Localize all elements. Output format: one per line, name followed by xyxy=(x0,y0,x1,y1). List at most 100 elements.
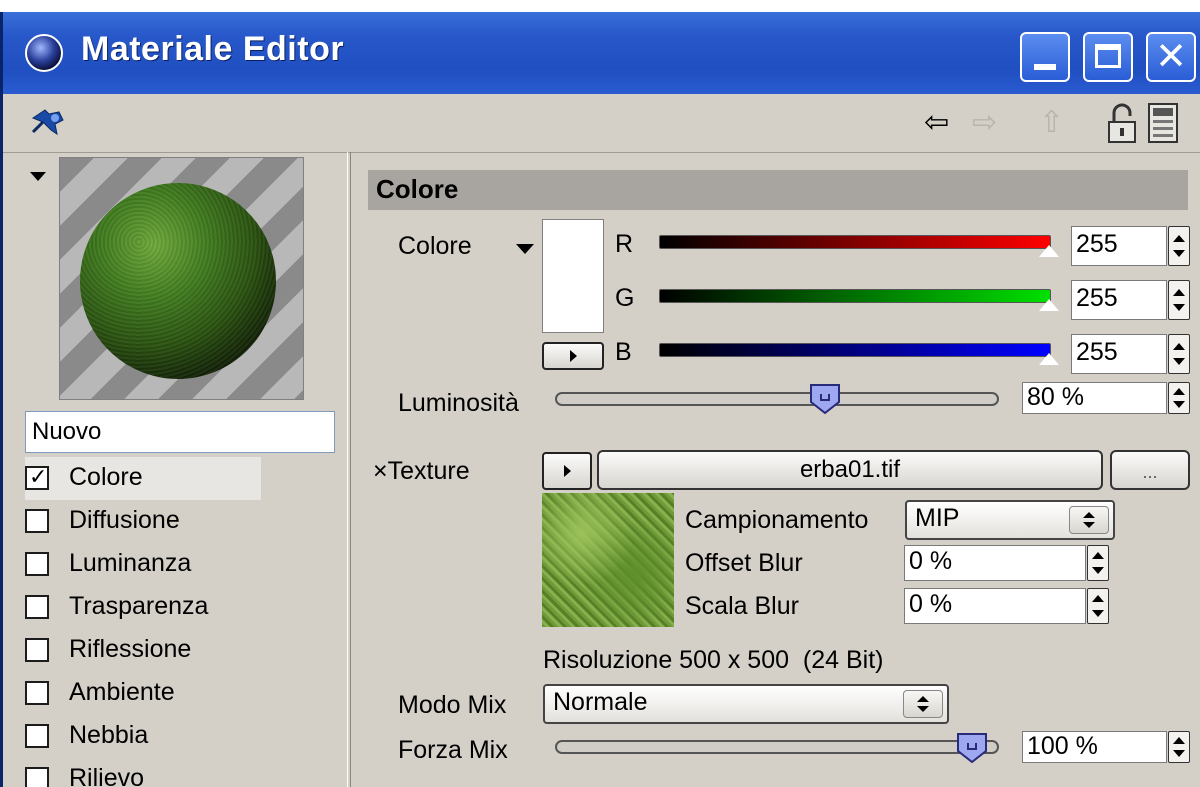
texture-label-text: Texture xyxy=(387,457,470,485)
channel-item[interactable]: Nebbia xyxy=(25,715,345,758)
mix-mode-value: Normale xyxy=(553,688,648,716)
title-bar[interactable]: Materiale Editor ✕ xyxy=(3,12,1200,94)
toolbar: ⇦ ⇨ ⇧ xyxy=(3,94,1200,153)
channel-item[interactable]: Ambiente xyxy=(25,672,345,715)
mix-mode-select[interactable]: Normale xyxy=(543,684,949,724)
texture-thumbnail xyxy=(542,493,674,627)
preview-menu-arrow-icon[interactable] xyxy=(30,172,46,181)
texture-remove-icon[interactable]: × xyxy=(373,457,388,485)
scale-blur-spinner[interactable] xyxy=(1087,588,1109,624)
channel-checkbox[interactable] xyxy=(25,595,49,619)
g-label: G xyxy=(615,284,635,312)
red-spinner[interactable] xyxy=(1168,226,1190,266)
red-value-field[interactable]: 255 xyxy=(1071,226,1167,266)
mix-strength-value-field[interactable]: 100 % xyxy=(1022,731,1167,763)
sampling-value: MIP xyxy=(915,504,960,532)
channel-checkbox[interactable] xyxy=(25,638,49,662)
luminosity-slider-thumb-icon[interactable] xyxy=(808,382,842,416)
channel-item[interactable]: Riflessione xyxy=(25,629,345,672)
offset-blur-spinner[interactable] xyxy=(1087,545,1109,581)
luminosity-slider[interactable] xyxy=(555,392,999,406)
texture-label: ×Texture xyxy=(373,457,470,486)
checkmark-icon: ✓ xyxy=(29,464,48,489)
channel-label: Rilievo xyxy=(69,764,145,787)
channel-item[interactable]: Rilievo xyxy=(25,758,345,787)
offset-blur-label: Offset Blur xyxy=(685,549,803,577)
channel-checkbox[interactable]: ✓ xyxy=(25,464,49,490)
sampling-select-arrow-icon xyxy=(1069,506,1109,534)
maximize-icon xyxy=(1095,44,1121,68)
channel-label: Trasparenza xyxy=(69,592,209,620)
scale-blur-field[interactable]: 0 % xyxy=(904,588,1086,624)
channel-list: ✓ Colore Diffusione Luminanza Trasparenza Rif… xyxy=(25,457,345,787)
green-spinner[interactable] xyxy=(1168,280,1190,320)
mix-strength-slider-thumb-icon[interactable] xyxy=(955,731,989,765)
minimize-button[interactable] xyxy=(1020,32,1070,82)
green-slider[interactable] xyxy=(659,289,1051,303)
luminosity-spinner[interactable] xyxy=(1168,382,1190,414)
section-header: Colore xyxy=(368,170,1188,210)
blue-slider[interactable] xyxy=(659,343,1051,357)
luminosity-value-field[interactable]: 80 % xyxy=(1022,382,1167,414)
channel-label: Nebbia xyxy=(69,721,149,749)
red-slider-marker-icon[interactable] xyxy=(1039,245,1059,257)
texture-menu-button[interactable] xyxy=(542,452,592,490)
channel-item[interactable]: Trasparenza xyxy=(25,586,345,629)
close-button[interactable]: ✕ xyxy=(1146,32,1196,82)
pin-icon[interactable] xyxy=(29,104,69,140)
blue-value-field[interactable]: 255 xyxy=(1071,334,1167,374)
sampling-label: Campionamento xyxy=(685,506,869,534)
red-slider[interactable] xyxy=(659,235,1051,249)
close-icon: ✕ xyxy=(1155,36,1187,78)
arrow-right-icon[interactable]: ⇨ xyxy=(972,108,997,138)
color-picker-button[interactable] xyxy=(542,342,604,370)
channel-item[interactable]: Luminanza xyxy=(25,543,345,586)
section-title: Colore xyxy=(376,174,459,204)
channel-checkbox[interactable] xyxy=(25,552,49,576)
sampling-select[interactable]: MIP xyxy=(905,500,1115,540)
panel-divider[interactable] xyxy=(347,152,351,787)
offset-blur-field[interactable]: 0 % xyxy=(904,545,1086,581)
color-dropdown-icon[interactable] xyxy=(516,244,534,254)
texture-browse-button[interactable]: ... xyxy=(1110,450,1190,490)
green-value-field[interactable]: 255 xyxy=(1071,280,1167,320)
channel-item[interactable]: ✓ Colore xyxy=(25,457,261,500)
mix-strength-spinner[interactable] xyxy=(1168,731,1190,763)
channel-checkbox[interactable] xyxy=(25,681,49,705)
b-label: B xyxy=(615,338,632,366)
texture-resolution: Risoluzione 500 x 500 (24 Bit) xyxy=(543,646,884,674)
calculator-icon[interactable] xyxy=(1147,102,1179,144)
r-label: R xyxy=(615,230,634,258)
channel-checkbox[interactable] xyxy=(25,767,49,787)
channel-checkbox[interactable] xyxy=(25,509,49,533)
window-title: Materiale Editor xyxy=(81,30,345,68)
color-swatch[interactable] xyxy=(542,219,604,333)
texture-file-button[interactable]: erba01.tif xyxy=(597,450,1103,490)
scale-blur-label: Scala Blur xyxy=(685,592,799,620)
left-panel: Nuovo ✓ Colore Diffusione Luminanza Traspare… xyxy=(3,152,347,787)
channel-checkbox[interactable] xyxy=(25,724,49,748)
arrow-left-icon[interactable]: ⇦ xyxy=(924,108,949,138)
mix-mode-select-arrow-icon xyxy=(903,690,943,718)
color-label: Colore xyxy=(398,232,472,260)
blue-spinner[interactable] xyxy=(1168,334,1190,374)
mix-mode-label: Modo Mix xyxy=(398,691,507,719)
green-slider-marker-icon[interactable] xyxy=(1039,299,1059,311)
material-preview[interactable] xyxy=(59,157,304,400)
mix-strength-label: Forza Mix xyxy=(398,736,508,764)
lock-icon[interactable] xyxy=(1106,102,1138,144)
channel-label: Luminanza xyxy=(69,549,192,577)
luminosity-label: Luminosità xyxy=(398,389,519,417)
material-sphere-icon xyxy=(25,34,63,72)
mix-strength-slider[interactable] xyxy=(555,740,999,754)
blue-slider-marker-icon[interactable] xyxy=(1039,353,1059,365)
channel-label: Colore xyxy=(69,463,143,491)
material-name-field[interactable]: Nuovo xyxy=(25,411,335,453)
arrow-up-icon[interactable]: ⇧ xyxy=(1039,108,1064,138)
preview-sphere xyxy=(80,183,276,379)
maximize-button[interactable] xyxy=(1083,32,1133,82)
minimize-icon xyxy=(1034,64,1056,70)
material-editor-window: Materiale Editor ✕ ⇦ ⇨ ⇧ Nuovo ✓ Colore … xyxy=(0,12,1200,787)
channel-label: Diffusione xyxy=(69,506,180,534)
channel-item[interactable]: Diffusione xyxy=(25,500,345,543)
